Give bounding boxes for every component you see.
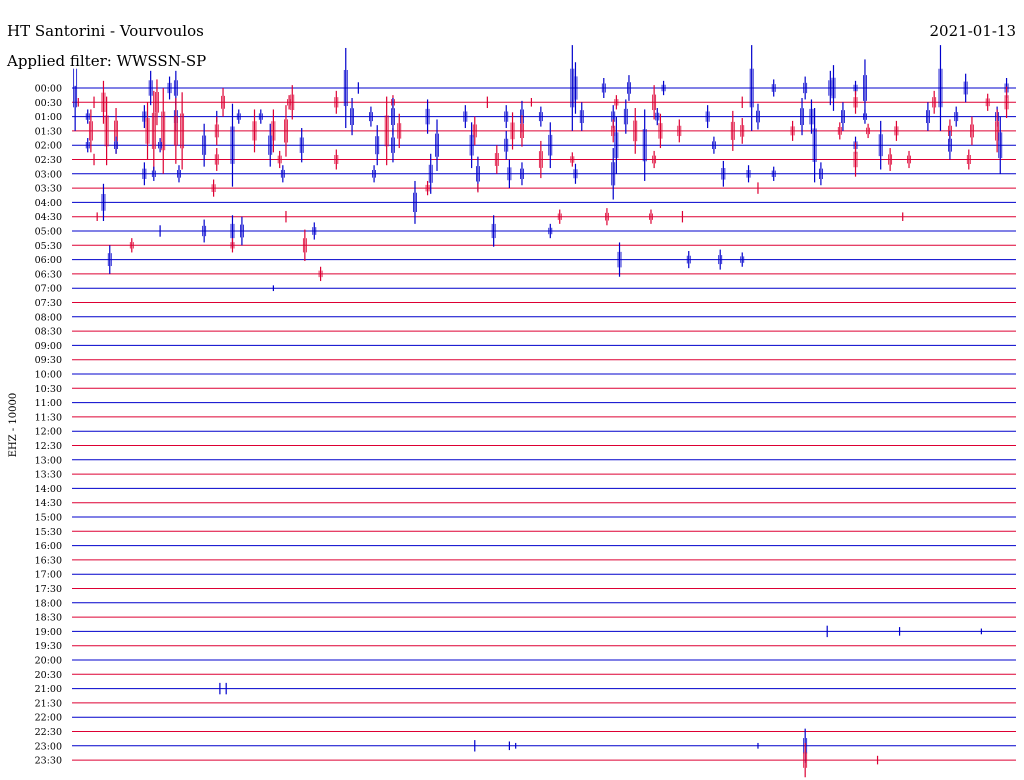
helicorder-chart: HT Santorini - Vourvoulos Applied filter…	[6, 22, 1016, 778]
row-tick-label: 19:00	[35, 627, 62, 638]
row-tick-label: 00:00	[35, 84, 62, 95]
row-tick-label: 12:30	[35, 441, 62, 452]
row-tick-label: 10:30	[35, 384, 62, 395]
row-tick-label: 01:00	[35, 112, 62, 123]
row-tick-label: 16:00	[35, 541, 62, 552]
row-tick-label: 09:30	[35, 355, 62, 366]
row-tick-label: 21:00	[35, 684, 62, 695]
row-tick-label: 17:30	[35, 584, 62, 595]
row-tick-label: 01:30	[35, 126, 62, 137]
row-tick-label: 07:30	[35, 298, 62, 309]
row-tick-label: 23:00	[35, 741, 62, 752]
station-title: HT Santorini - Vourvoulos	[7, 22, 204, 40]
row-tick-label: 14:00	[35, 484, 62, 495]
row-tick-label: 02:30	[35, 155, 62, 166]
row-tick-label: 13:00	[35, 455, 62, 466]
filter-label: Applied filter: WWSSN-SP	[6, 52, 206, 70]
row-tick-label: 05:30	[35, 241, 62, 252]
row-tick-label: 11:00	[35, 398, 62, 409]
row-tick-label: 23:30	[35, 756, 62, 767]
row-tick-label: 20:00	[35, 656, 62, 667]
row-tick-label: 21:30	[35, 698, 62, 709]
row-tick-label: 09:00	[35, 341, 62, 352]
row-tick-label: 15:00	[35, 513, 62, 524]
tick-label-layer: 00:00 00:30 01:00 01:30 02:00 02:30 03:00 03:30…	[35, 84, 62, 767]
row-tick-label: 10:00	[35, 370, 62, 381]
row-tick-label: 06:30	[35, 269, 62, 280]
row-tick-label: 22:30	[35, 727, 62, 738]
row-tick-label: 04:00	[35, 198, 62, 209]
row-tick-label: 19:30	[35, 641, 62, 652]
row-tick-label: 11:30	[35, 412, 62, 423]
row-tick-label: 18:30	[35, 613, 62, 624]
row-tick-label: 20:30	[35, 670, 62, 681]
row-tick-label: 22:00	[35, 713, 62, 724]
date-label: 2021-01-13	[930, 22, 1016, 40]
row-tick-label: 07:00	[35, 284, 62, 295]
row-tick-label: 18:00	[35, 598, 62, 609]
row-tick-label: 17:00	[35, 570, 62, 581]
row-tick-label: 13:30	[35, 470, 62, 481]
row-tick-label: 14:30	[35, 498, 62, 509]
row-tick-label: 03:00	[35, 169, 62, 180]
row-tick-label: 04:30	[35, 212, 62, 223]
row-tick-label: 08:30	[35, 327, 62, 338]
row-tick-label: 03:30	[35, 184, 62, 195]
row-tick-label: 15:30	[35, 527, 62, 538]
row-tick-label: 16:30	[35, 555, 62, 566]
row-tick-label: 02:00	[35, 141, 62, 152]
row-tick-label: 00:30	[35, 98, 62, 109]
row-tick-label: 12:00	[35, 427, 62, 438]
y-axis-label: EHZ - 10000	[8, 393, 19, 458]
row-tick-label: 08:00	[35, 312, 62, 323]
row-tick-label: 06:00	[35, 255, 62, 266]
trace-layer	[72, 45, 1016, 778]
row-tick-label: 05:00	[35, 227, 62, 238]
